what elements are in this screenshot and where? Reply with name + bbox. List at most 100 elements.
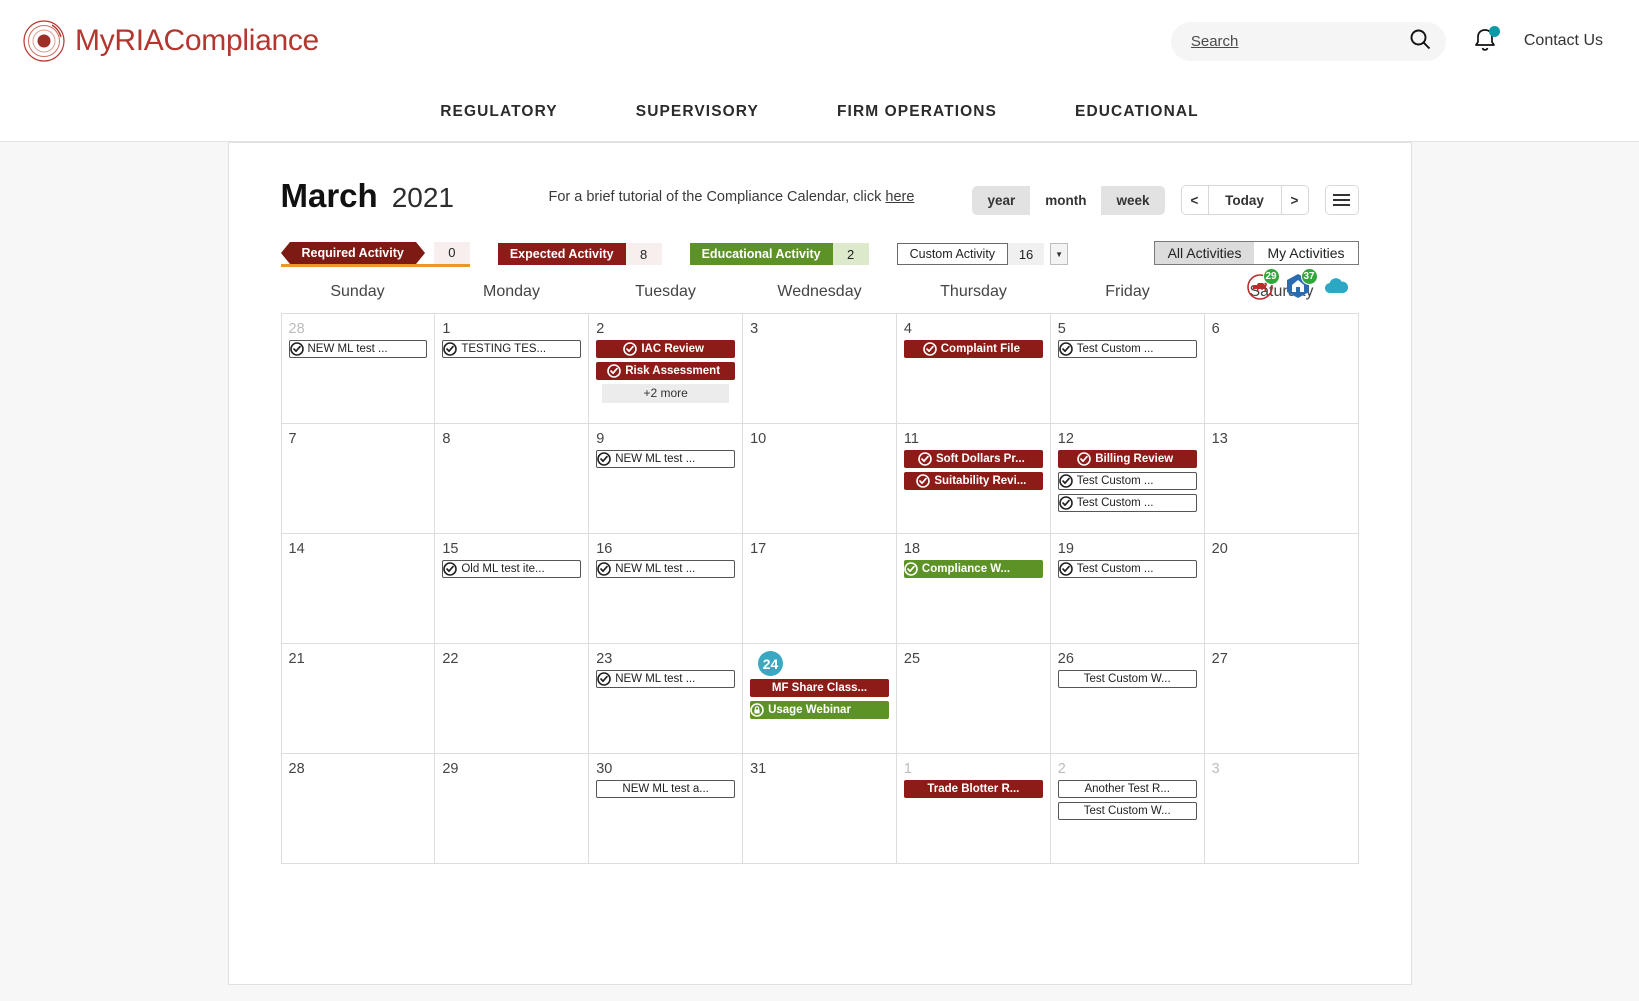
day-number: 31 bbox=[750, 761, 767, 777]
view-month-button[interactable]: month bbox=[1030, 185, 1102, 215]
calendar-event-chip[interactable]: Risk Assessment bbox=[596, 362, 736, 380]
calendar-day-cell[interactable]: 22 bbox=[435, 644, 590, 754]
tutorial-here-link[interactable]: here bbox=[885, 189, 914, 205]
calendar-day-cell[interactable]: 3 bbox=[743, 314, 897, 424]
calendar-day-cell[interactable]: 6 bbox=[1204, 314, 1359, 424]
calendar-day-cell[interactable]: 4 Complaint File bbox=[896, 314, 1051, 424]
hexagon-home-icon[interactable]: 37 bbox=[1283, 268, 1318, 301]
calendar-day-cell[interactable]: 16 NEW ML test ... bbox=[589, 534, 744, 644]
contact-us-link[interactable]: Contact Us bbox=[1524, 32, 1603, 50]
calendar-day-cell[interactable]: 29 bbox=[435, 754, 590, 864]
search-box[interactable] bbox=[1170, 21, 1446, 61]
calendar-event-chip[interactable]: NEW ML test ... bbox=[596, 560, 736, 578]
calendar-day-cell[interactable]: 26 Test Custom W... bbox=[1050, 644, 1205, 754]
calendar-event-chip[interactable]: Another Test R... bbox=[1057, 780, 1197, 798]
calendar-event-chip[interactable]: Test Custom ... bbox=[1057, 340, 1197, 358]
calendar-day-cell[interactable]: 28 bbox=[281, 754, 436, 864]
calendar-day-cell[interactable]: 2 IAC Review Risk Assessment +2 more bbox=[589, 314, 744, 424]
view-year-button[interactable]: year bbox=[972, 186, 1030, 215]
legend-required-activity[interactable]: Required Activity 0 bbox=[280, 241, 470, 267]
calendar-day-cell[interactable]: 27 bbox=[1204, 644, 1359, 754]
calendar-event-chip[interactable]: Test Custom ... bbox=[1057, 494, 1197, 512]
calendar-day-cell[interactable]: 24 MF Share Class... Usage Webinar bbox=[743, 644, 897, 754]
salesforce-cloud-icon[interactable] bbox=[1321, 271, 1351, 301]
calendar-day-cell[interactable]: 30 NEW ML test a... bbox=[589, 754, 744, 864]
calendar-day-cell[interactable]: 21 bbox=[281, 644, 436, 754]
nav-item-educational[interactable]: EDUCATIONAL bbox=[1075, 103, 1199, 121]
nav-item-firm-operations[interactable]: FIRM OPERATIONS bbox=[837, 103, 997, 121]
calendar-day-cell[interactable]: 15 Old ML test ite... bbox=[435, 534, 590, 644]
calendar-event-chip[interactable]: Compliance W... bbox=[903, 560, 1043, 578]
calendar-event-chip[interactable]: Usage Webinar bbox=[750, 701, 889, 719]
legend-custom-activity[interactable]: Custom Activity 16 bbox=[896, 243, 1045, 265]
all-activities-tab[interactable]: All Activities bbox=[1154, 242, 1255, 264]
activity-legend-row: Required Activity 0 Expected Activity 8 … bbox=[280, 241, 1359, 300]
compliance-calendar-card: March 2021 For a brief tutorial of the C… bbox=[227, 142, 1412, 985]
calendar-event-chip[interactable]: Suitability Revi... bbox=[903, 472, 1043, 490]
calendar-event-chip[interactable]: Trade Blotter R... bbox=[903, 780, 1043, 798]
calendar-day-cell[interactable]: 18 Compliance W... bbox=[896, 534, 1051, 644]
calendar-day-cell[interactable]: 11 Soft Dollars Pr... Suitability Revi... bbox=[896, 424, 1051, 534]
calendar-day-cell[interactable]: 23 NEW ML test ... bbox=[589, 644, 744, 754]
calendar-day-cell[interactable]: 5 Test Custom ... bbox=[1050, 314, 1205, 424]
calendar-day-cell[interactable]: 20 bbox=[1204, 534, 1359, 644]
calendar-event-chip[interactable]: Test Custom ... bbox=[1057, 560, 1197, 578]
calendar-day-cell[interactable]: 13 bbox=[1204, 424, 1359, 534]
weekday-thursday: Thursday bbox=[940, 283, 1007, 300]
calendar-day-cell[interactable]: 12 Billing Review Test Custom ... Test Cust… bbox=[1050, 424, 1205, 534]
previous-period-button[interactable]: < bbox=[1180, 185, 1209, 215]
calendar-day-cell[interactable]: 1 Trade Blotter R... bbox=[896, 754, 1051, 864]
legend-educational-activity[interactable]: Educational Activity 2 bbox=[689, 243, 869, 265]
calendar-event-chip[interactable]: Test Custom W... bbox=[1057, 670, 1197, 688]
calendar-event-chip[interactable]: Soft Dollars Pr... bbox=[903, 450, 1043, 468]
calendar-day-cell[interactable]: 8 bbox=[435, 424, 590, 534]
calendar-event-chip[interactable]: IAC Review bbox=[596, 340, 736, 358]
brand-logo[interactable]: MyRIACompliance bbox=[22, 19, 319, 63]
event-title: Another Test R... bbox=[1084, 783, 1170, 795]
calendar-day-cell[interactable]: 25 bbox=[896, 644, 1051, 754]
day-number: 20 bbox=[1211, 541, 1228, 557]
notifications-button[interactable] bbox=[1472, 26, 1500, 56]
myria-target-logo-icon bbox=[22, 19, 66, 63]
calendar-day-cell[interactable]: 31 bbox=[743, 754, 897, 864]
calendar-event-chip[interactable]: TESTING TES... bbox=[442, 340, 582, 358]
calendar-event-chip[interactable]: Complaint File bbox=[903, 340, 1043, 358]
calendar-event-chip[interactable]: Test Custom ... bbox=[1057, 472, 1197, 490]
hamburger-menu-icon[interactable] bbox=[1324, 185, 1359, 215]
calendar-day-cell[interactable]: 9 NEW ML test ... bbox=[589, 424, 744, 534]
calendar-event-chip[interactable]: Test Custom W... bbox=[1057, 802, 1197, 820]
redtail-dog-icon[interactable]: 29 bbox=[1245, 268, 1280, 301]
calendar-day-cell[interactable]: 10 bbox=[743, 424, 897, 534]
calendar-day-cell[interactable]: 3 bbox=[1204, 754, 1359, 864]
legend-expected-activity[interactable]: Expected Activity 8 bbox=[497, 243, 662, 265]
custom-activity-dropdown-icon[interactable]: ▼ bbox=[1050, 243, 1069, 265]
calendar-day-cell[interactable]: 19 Test Custom ... bbox=[1050, 534, 1205, 644]
view-week-button[interactable]: week bbox=[1101, 186, 1164, 215]
my-activities-tab[interactable]: My Activities bbox=[1254, 242, 1358, 264]
day-number: 28 bbox=[288, 321, 305, 337]
calendar-event-chip[interactable]: NEW ML test ... bbox=[596, 450, 736, 468]
legend-educational-count: 2 bbox=[832, 243, 869, 265]
calendar-day-cell[interactable]: 14 bbox=[281, 534, 436, 644]
search-icon[interactable] bbox=[1408, 27, 1432, 56]
today-button[interactable]: Today bbox=[1208, 185, 1281, 215]
calendar-day-cell[interactable]: 7 bbox=[281, 424, 436, 534]
calendar-event-chip[interactable]: NEW ML test ... bbox=[596, 670, 736, 688]
nav-item-regulatory[interactable]: REGULATORY bbox=[440, 103, 558, 121]
check-circle-icon bbox=[922, 342, 937, 356]
calendar-event-chip[interactable]: NEW ML test a... bbox=[596, 780, 736, 798]
lock-circle-icon bbox=[750, 703, 764, 717]
calendar-event-chip[interactable]: NEW ML test ... bbox=[288, 340, 428, 358]
calendar-event-chip[interactable]: MF Share Class... bbox=[750, 679, 889, 697]
check-circle-icon bbox=[597, 562, 612, 576]
search-input[interactable] bbox=[1190, 32, 1408, 50]
calendar-day-cell[interactable]: 28 NEW ML test ... bbox=[281, 314, 436, 424]
nav-item-supervisory[interactable]: SUPERVISORY bbox=[636, 103, 759, 121]
calendar-day-cell[interactable]: 1 TESTING TES... bbox=[435, 314, 590, 424]
calendar-event-chip[interactable]: Billing Review bbox=[1057, 450, 1197, 468]
calendar-event-chip[interactable]: Old ML test ite... bbox=[442, 560, 582, 578]
more-events-link[interactable]: +2 more bbox=[602, 384, 730, 403]
next-period-button[interactable]: > bbox=[1280, 185, 1309, 215]
calendar-day-cell[interactable]: 17 bbox=[743, 534, 897, 644]
calendar-day-cell[interactable]: 2 Another Test R... Test Custom W... bbox=[1050, 754, 1205, 864]
